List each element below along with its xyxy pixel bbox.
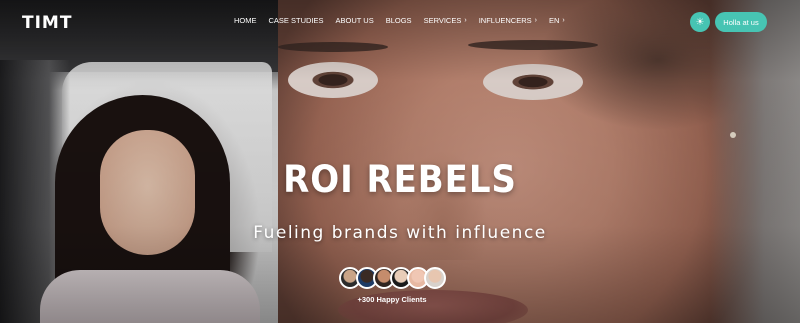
theme-toggle-button[interactable]: ☀	[690, 12, 710, 32]
nav-item-case-studies[interactable]: CASE STUDIES	[269, 16, 324, 25]
nav-item-services[interactable]: SERVICES ›	[424, 16, 467, 25]
language-label: EN	[548, 16, 560, 25]
language-selector[interactable]: EN ›	[549, 16, 565, 25]
nav-item-influencers[interactable]: INFLUENCERS ›	[479, 16, 537, 25]
hero-subtitle: Fueling brands with influence	[253, 223, 547, 243]
main-menu: HOME CASE STUDIES ABOUT US BLOGS SERVICE…	[234, 16, 577, 25]
nav-item-label: HOME	[234, 16, 257, 25]
hero-title: ROI REBELS	[283, 158, 517, 201]
chevron-right-icon: ›	[562, 17, 565, 24]
nav-item-label: CASE STUDIES	[268, 16, 324, 25]
nav-item-blogs[interactable]: BLOGS	[386, 16, 412, 25]
nav-item-label: BLOGS	[385, 16, 412, 25]
nav-item-home[interactable]: HOME	[234, 16, 257, 25]
client-avatars	[339, 267, 446, 289]
chevron-right-icon: ›	[464, 17, 467, 24]
happy-clients-label: +300 Happy Clients	[357, 295, 427, 304]
chevron-right-icon: ›	[534, 17, 537, 24]
nav-item-label: ABOUT US	[335, 16, 374, 25]
sun-icon: ☀	[695, 16, 705, 28]
nav-item-label: INFLUENCERS	[478, 16, 532, 25]
top-navbar: TIMT HOME CASE STUDIES ABOUT US BLOGS SE…	[0, 0, 800, 44]
nav-item-about-us[interactable]: ABOUT US	[336, 16, 374, 25]
avatar	[424, 267, 446, 289]
contact-button[interactable]: Holla at us	[715, 12, 767, 32]
nav-item-label: SERVICES	[423, 16, 462, 25]
site-logo[interactable]: TIMT	[22, 13, 72, 33]
